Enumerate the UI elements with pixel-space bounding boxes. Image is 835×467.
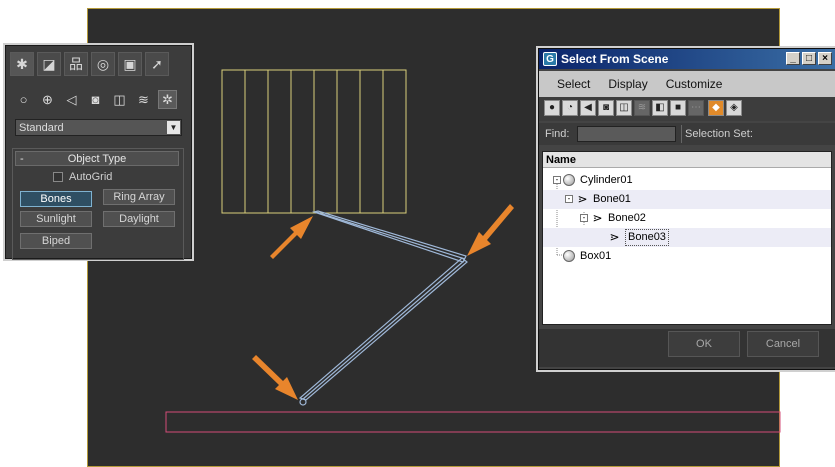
bones-button[interactable]: Bones xyxy=(20,191,92,207)
tree-row-bone02[interactable]: - ⋗ Bone02 xyxy=(543,209,831,228)
sphere-icon xyxy=(563,174,575,186)
select-from-scene-dialog: G Select From Scene _ □ × Select Display… xyxy=(538,48,835,370)
xrefs-filter-icon[interactable]: ■ xyxy=(670,100,686,116)
spacewarps-filter-icon[interactable]: ≋ xyxy=(634,100,650,116)
dialog-title: Select From Scene xyxy=(561,52,669,66)
sunlight-button[interactable]: Sunlight xyxy=(20,211,92,227)
menu-customize[interactable]: Customize xyxy=(666,71,723,97)
arrow-icon xyxy=(270,216,313,259)
invert-display-icon[interactable]: ◈ xyxy=(726,100,742,116)
expand-toggle[interactable]: - xyxy=(565,195,573,203)
systems-icon[interactable]: ✲ xyxy=(158,90,177,109)
modify-icon[interactable]: ◪ xyxy=(37,52,61,76)
arrow-icon xyxy=(252,355,298,400)
find-row: Find: Selection Set: xyxy=(539,123,835,145)
dialog-menubar: Select Display Customize xyxy=(539,71,835,97)
minimize-button[interactable]: _ xyxy=(786,52,800,65)
dialog-footer: OK Cancel xyxy=(539,329,835,367)
filter-toolbar: ● ◔ ◀ ◙ ◫ ≋ ◧ ■ ⋯ ◆ ◈ xyxy=(539,97,835,121)
close-button[interactable]: × xyxy=(818,52,832,65)
cameras-filter-icon[interactable]: ◙ xyxy=(598,100,614,116)
display-icon[interactable]: ▣ xyxy=(118,52,142,76)
tree-item-label: Bone02 xyxy=(608,212,646,224)
command-panel: ✱ ◪ 品 ◎ ▣ ➚ ○ ⊕ ◁ ◙ ◫ ≋ ✲ Standard ▼ - O… xyxy=(5,45,192,260)
arrow-icon xyxy=(467,204,514,256)
bone-icon: ⋗ xyxy=(592,211,603,225)
tree-item-label: Cylinder01 xyxy=(580,174,633,186)
bone-icon: ⋗ xyxy=(577,192,588,206)
tree-row-bone01[interactable]: - ⋗ Bone01 xyxy=(543,190,831,209)
geometry-icon[interactable]: ○ xyxy=(14,90,33,109)
selection-set-dropdown[interactable]: Selection Set: xyxy=(685,123,753,145)
autogrid-label: AutoGrid xyxy=(69,171,113,183)
category-icons: ○ ⊕ ◁ ◙ ◫ ≋ ✲ xyxy=(14,90,177,109)
scene-tree[interactable]: Name - Cylinder01 - ⋗ Bone01 - ⋗ Bone02 xyxy=(542,151,832,325)
lights-icon[interactable]: ◁ xyxy=(62,90,81,109)
hierarchy-icon[interactable]: 品 xyxy=(64,52,88,76)
dialog-titlebar[interactable]: G Select From Scene _ □ × xyxy=(539,49,835,69)
ground-box-object[interactable] xyxy=(165,411,781,433)
cameras-icon[interactable]: ◙ xyxy=(86,90,105,109)
object-type-rollout: - Object Type AutoGrid Bones Ring Array … xyxy=(12,148,184,260)
cancel-button[interactable]: Cancel xyxy=(747,331,819,357)
find-input[interactable] xyxy=(577,126,676,142)
command-panel-tabs: ✱ ◪ 品 ◎ ▣ ➚ xyxy=(10,52,169,78)
tree-row-bone03[interactable]: ⋗ Bone03 xyxy=(543,228,831,247)
chevron-down-icon[interactable]: ▼ xyxy=(167,121,180,134)
motion-icon[interactable]: ◎ xyxy=(91,52,115,76)
helpers-icon[interactable]: ◫ xyxy=(110,90,129,109)
autogrid-checkbox[interactable]: AutoGrid xyxy=(53,171,112,183)
menu-display[interactable]: Display xyxy=(608,71,647,97)
biped-button[interactable]: Biped xyxy=(20,233,92,249)
grid-object[interactable] xyxy=(221,69,407,214)
tree-item-label: Bone03 xyxy=(625,229,669,246)
groups-filter-icon[interactable]: ◧ xyxy=(652,100,668,116)
checkbox-box[interactable] xyxy=(53,172,63,182)
menu-select[interactable]: Select xyxy=(557,71,590,97)
shapes-filter-icon[interactable]: ◔ xyxy=(562,100,578,116)
create-icon[interactable]: ✱ xyxy=(10,52,34,76)
bone-chain[interactable] xyxy=(298,210,468,406)
tree-row-cylinder01[interactable]: - Cylinder01 xyxy=(543,171,831,190)
tree-row-box01[interactable]: Box01 xyxy=(543,247,831,266)
rollout-header[interactable]: - Object Type xyxy=(15,151,179,166)
tree-item-label: Bone01 xyxy=(593,193,631,205)
daylight-button[interactable]: Daylight xyxy=(103,211,175,227)
ring-array-button[interactable]: Ring Array xyxy=(103,189,175,205)
app-logo-icon: G xyxy=(543,52,557,66)
spacewarps-icon[interactable]: ≋ xyxy=(134,90,153,109)
divider xyxy=(681,125,682,143)
tree-item-label: Box01 xyxy=(580,250,612,262)
lights-filter-icon[interactable]: ◀ xyxy=(580,100,596,116)
sphere-icon xyxy=(563,250,575,262)
ok-button[interactable]: OK xyxy=(668,331,740,357)
window-controls: _ □ × xyxy=(786,52,832,65)
expand-toggle[interactable]: - xyxy=(580,214,588,222)
geometry-filter-icon[interactable]: ● xyxy=(544,100,560,116)
helpers-filter-icon[interactable]: ◫ xyxy=(616,100,632,116)
bones-filter-icon[interactable]: ⋯ xyxy=(688,100,704,116)
bone-icon: ⋗ xyxy=(609,230,620,244)
shapes-icon[interactable]: ⊕ xyxy=(38,90,57,109)
find-label: Find: xyxy=(545,128,570,140)
rollout-title: Object Type xyxy=(67,153,127,165)
maximize-button[interactable]: □ xyxy=(802,52,816,65)
expand-toggle[interactable]: - xyxy=(553,176,561,184)
dropdown-value: Standard xyxy=(19,122,64,134)
display-all-icon[interactable]: ◆ xyxy=(708,100,724,116)
utilities-icon[interactable]: ➚ xyxy=(145,52,169,76)
category-dropdown[interactable]: Standard ▼ xyxy=(15,119,182,136)
